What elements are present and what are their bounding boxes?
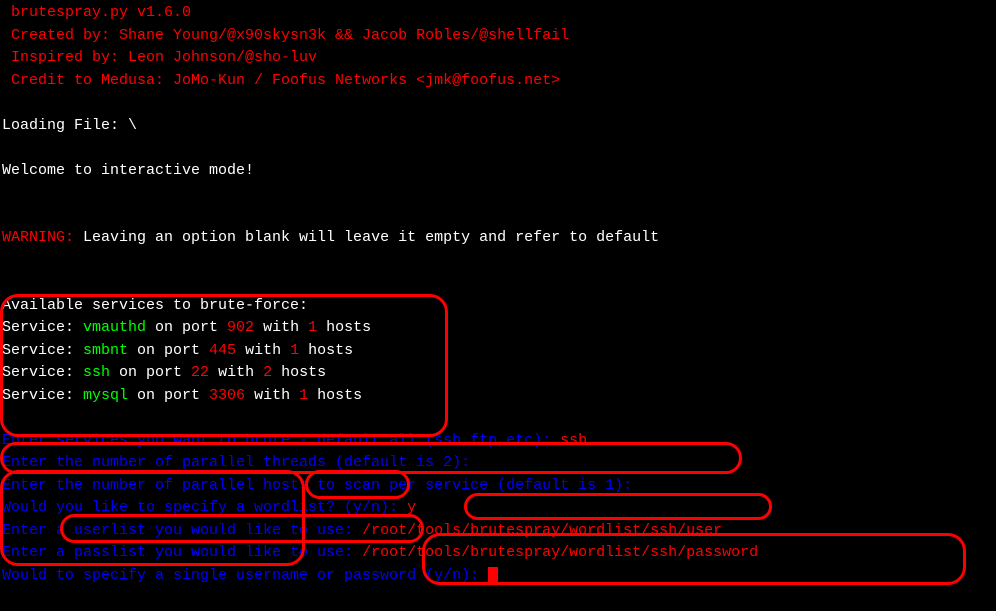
warning-line: WARNING: Leaving an option blank will le… [2,227,994,250]
prompt-hosts: Enter the number of parallel hosts to sc… [2,475,994,498]
loading-line: Loading File: \ [2,115,994,138]
prompt-wordlist: Would you like to specify a wordlist? (y… [2,497,994,520]
services-header: Available services to brute-force: [2,295,994,318]
prompt-threads: Enter the number of parallel threads (de… [2,452,994,475]
prompt-single-userpass[interactable]: Would to specify a single username or pa… [2,565,994,588]
header-created-by: Created by: Shane Young/@x90skysn3k && J… [2,25,994,48]
welcome-line: Welcome to interactive mode! [2,160,994,183]
service-row: Service: smbnt on port 445 with 1 hosts [2,340,994,363]
prompt-userlist: Enter a userlist you would like to use: … [2,520,994,543]
service-row: Service: mysql on port 3306 with 1 hosts [2,385,994,408]
prompt-services: Enter services you want to brute - defau… [2,430,994,453]
header-inspired-by: Inspired by: Leon Johnson/@sho-luv [2,47,994,70]
header-title: brutespray.py v1.6.0 [2,2,994,25]
cursor-icon [488,567,498,583]
service-row: Service: ssh on port 22 with 2 hosts [2,362,994,385]
prompt-passlist: Enter a passlist you would like to use: … [2,542,994,565]
header-credit: Credit to Medusa: JoMo-Kun / Foofus Netw… [2,70,994,93]
service-row: Service: vmauthd on port 902 with 1 host… [2,317,994,340]
terminal-output: brutespray.py v1.6.0 Created by: Shane Y… [2,2,994,587]
